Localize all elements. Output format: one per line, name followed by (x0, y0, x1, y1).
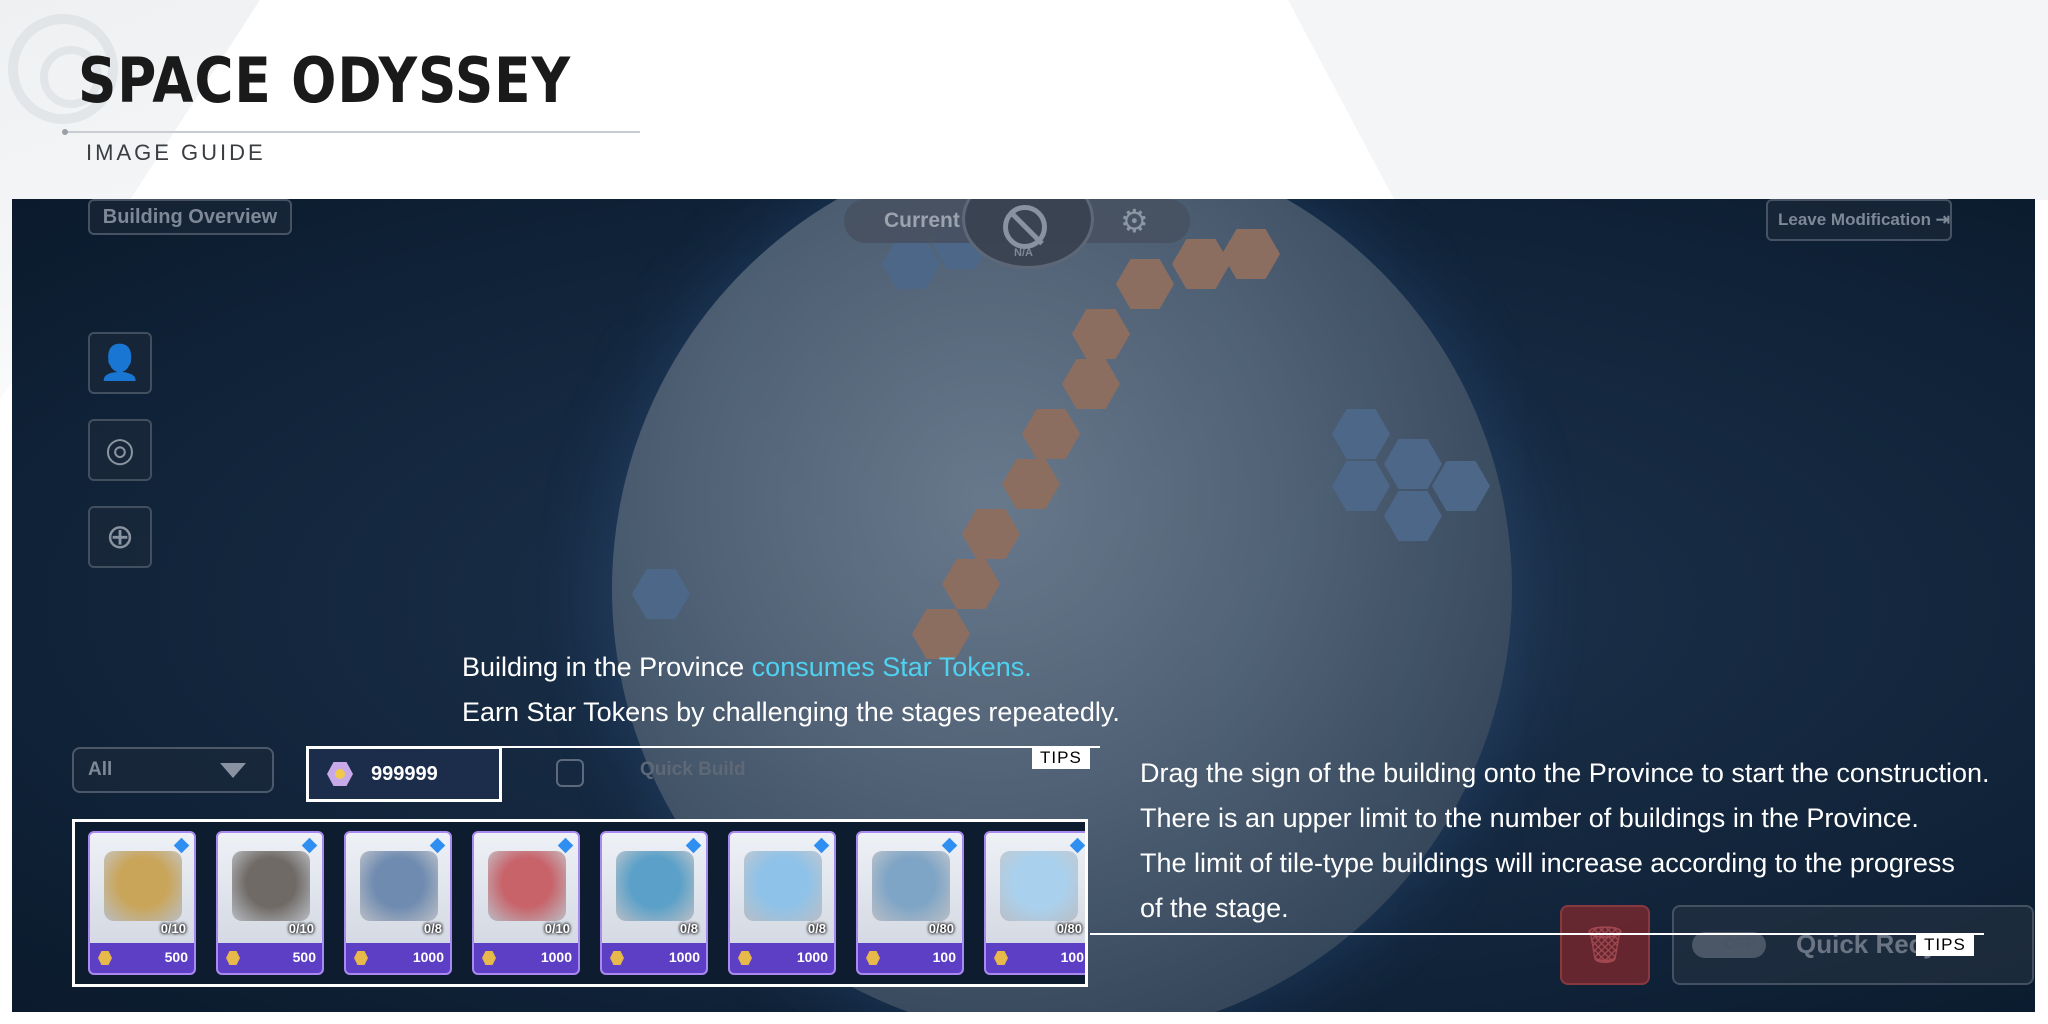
page-subtitle: IMAGE GUIDE (86, 140, 266, 165)
building-card[interactable]: 0/8 1000 (600, 831, 708, 975)
filter-value: All (88, 759, 113, 780)
dropdown-arrow-icon (220, 763, 246, 778)
star-token-icon (866, 951, 880, 965)
building-price: 1000 (540, 949, 572, 965)
building-price: 100 (1060, 949, 1084, 965)
profile-icon: 👤 (98, 344, 142, 382)
ban-icon (1003, 205, 1047, 249)
building-card[interactable]: 0/10 500 (216, 831, 324, 975)
star-token-icon (354, 951, 368, 965)
exit-icon: ⇥ (1935, 210, 1951, 229)
building-count: 0/8 (679, 921, 698, 936)
tips-top-tag: TIPS (1032, 747, 1090, 769)
star-token-icon (482, 951, 496, 965)
target-icon: ◎ (105, 431, 135, 469)
leave-modification-button[interactable]: Leave Modification ⇥ (1766, 199, 1952, 241)
building-count: 0/80 (1056, 921, 1082, 936)
leave-modification-label: Leave Modification (1778, 210, 1932, 229)
profile-button[interactable]: 👤 (88, 332, 152, 394)
building-count: 0/8 (423, 921, 442, 936)
building-image (488, 851, 566, 921)
tips-right-line-rule (1090, 933, 1984, 935)
price-bar: 1000 (602, 943, 706, 973)
gear-icon[interactable]: ⚙ (1120, 203, 1149, 239)
tips-top-line2: Earn Star Tokens by challenging the stag… (462, 697, 1120, 727)
crosshair-button[interactable]: ⊕ (88, 506, 152, 568)
building-image (616, 851, 694, 921)
building-card[interactable]: 0/80 100 (984, 831, 1085, 975)
building-overview-button[interactable]: Building Overview (88, 199, 292, 235)
star-token-counter: 999999 (306, 746, 502, 802)
price-bar: 1000 (474, 943, 578, 973)
quick-build-label: Quick Build (640, 759, 746, 780)
tips-top-line (500, 746, 1100, 748)
star-token-icon (98, 951, 112, 965)
tips-top-text: Building in the Province consumes Star T… (462, 645, 1120, 735)
star-token-amount: 999999 (371, 763, 438, 785)
building-price: 100 (932, 949, 956, 965)
building-price: 1000 (796, 949, 828, 965)
building-count: 0/10 (288, 921, 314, 936)
building-image (1000, 851, 1078, 921)
price-bar: 1000 (346, 943, 450, 973)
tips-right-line: Drag the sign of the building onto the P… (1140, 758, 1990, 788)
price-bar: 100 (986, 943, 1085, 973)
tips-right-line: There is an upper limit to the number of… (1140, 803, 1919, 833)
building-image (104, 851, 182, 921)
price-bar: 500 (90, 943, 194, 973)
building-count: 0/10 (160, 921, 186, 936)
star-token-icon (610, 951, 624, 965)
building-card[interactable]: 0/8 1000 (344, 831, 452, 975)
building-image (872, 851, 950, 921)
header-bg-panel (1288, 0, 2048, 200)
building-card[interactable]: 0/80 100 (856, 831, 964, 975)
target-button[interactable]: ◎ (88, 419, 152, 481)
star-token-icon (994, 951, 1008, 965)
recycle-toggle[interactable]: OFF (1692, 932, 1766, 958)
tips-right-line: The limit of tile-type buildings will in… (1140, 848, 1955, 878)
current-label: Current (884, 209, 960, 232)
building-price: 500 (292, 949, 316, 965)
building-price: 500 (164, 949, 188, 965)
tips-right-text: Drag the sign of the building onto the P… (1140, 751, 1990, 931)
price-bar: 1000 (730, 943, 834, 973)
building-card-list[interactable]: 0/10 500 0/10 500 0/8 1000 0/10 1000 0/8 1000 0/8 1… (72, 819, 1088, 987)
star-token-icon (226, 951, 240, 965)
building-price: 1000 (412, 949, 444, 965)
tips-right-tag: TIPS (1916, 934, 1974, 956)
star-token-icon (327, 762, 353, 786)
star-token-icon (738, 951, 752, 965)
page-title: SPACE ODYSSEY (78, 44, 571, 117)
current-value: N/A (1014, 247, 1033, 259)
building-card[interactable]: 0/10 500 (88, 831, 196, 975)
building-count: 0/80 (928, 921, 954, 936)
price-bar: 100 (858, 943, 962, 973)
crosshair-icon: ⊕ (105, 518, 135, 556)
category-filter-select[interactable]: All (72, 747, 274, 793)
building-card[interactable]: 0/8 1000 (728, 831, 836, 975)
building-image (744, 851, 822, 921)
quick-build-checkbox[interactable] (556, 759, 584, 787)
tips-right-line: of the stage. (1140, 893, 1289, 923)
building-image (232, 851, 310, 921)
price-bar: 500 (218, 943, 322, 973)
building-count: 0/8 (807, 921, 826, 936)
title-divider (62, 129, 640, 135)
building-count: 0/10 (544, 921, 570, 936)
tips-top-line1: Building in the Province (462, 652, 752, 682)
tips-top-highlight: consumes Star Tokens. (751, 652, 1032, 682)
building-card[interactable]: 0/10 1000 (472, 831, 580, 975)
building-image (360, 851, 438, 921)
building-price: 1000 (668, 949, 700, 965)
